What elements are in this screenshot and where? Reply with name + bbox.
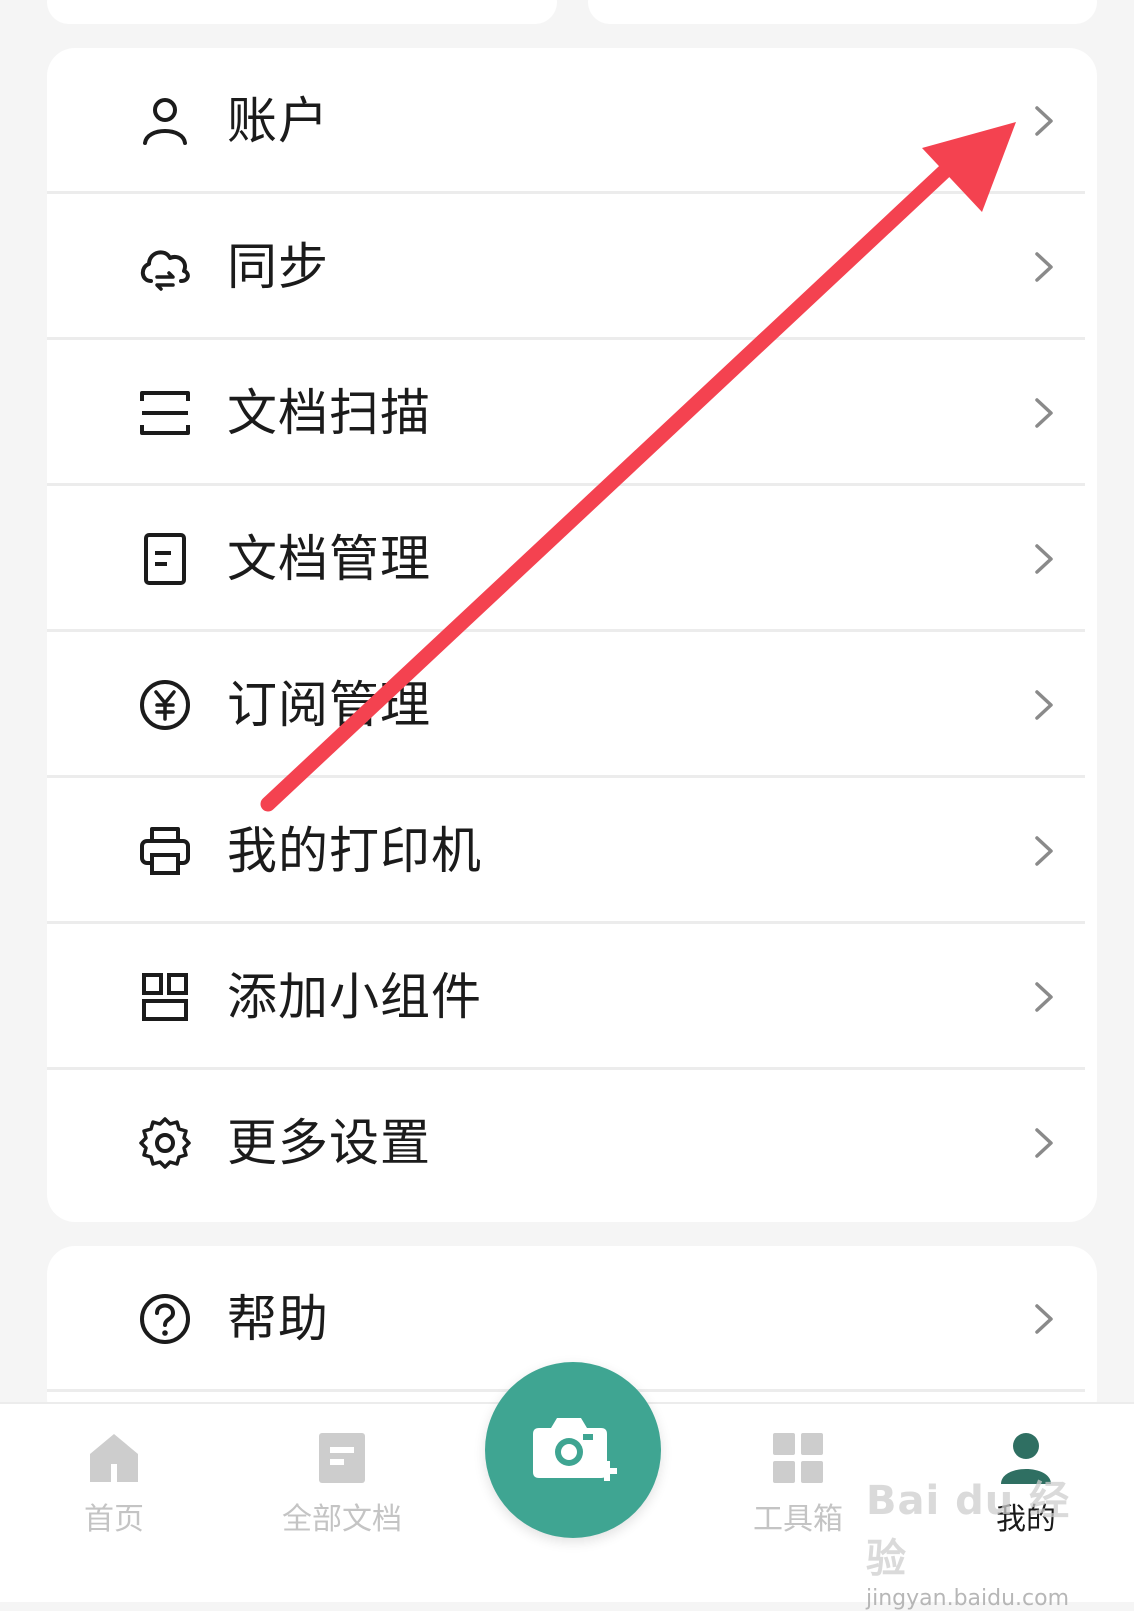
menu-item-label: 账户	[227, 92, 329, 150]
chevron-right-icon	[1025, 249, 1061, 285]
chevron-right-icon	[1025, 395, 1061, 431]
watermark-url: jingyan.baidu.com	[866, 1586, 1070, 1611]
watermark: Bai du 经验 jingyan.baidu.com	[866, 1468, 1078, 1611]
chevron-right-icon	[1025, 1125, 1061, 1161]
document-icon	[312, 1428, 372, 1488]
menu-item-label: 文档管理	[227, 530, 431, 588]
grid-icon	[768, 1428, 828, 1488]
tab-label: 工具箱	[753, 1502, 843, 1537]
tab-label: 首页	[84, 1502, 144, 1537]
menu-item-label: 文档扫描	[227, 384, 431, 442]
person-icon	[137, 93, 193, 149]
menu-item-subscription[interactable]: 订阅管理	[47, 632, 1097, 778]
tab-home[interactable]: 首页	[34, 1428, 194, 1538]
chevron-right-icon	[1025, 541, 1061, 577]
settings-card: 账户 同步 文档扫描 文档管理 订阅管理 我的打印机 添加小组件 更多设置	[47, 48, 1097, 1222]
menu-item-label: 更多设置	[227, 1114, 431, 1172]
yen-icon	[137, 677, 193, 733]
tab-label: 全部文档	[282, 1502, 402, 1537]
scan-icon	[137, 385, 193, 441]
chevron-right-icon	[1025, 979, 1061, 1015]
menu-item-add-widget[interactable]: 添加小组件	[47, 924, 1097, 1070]
home-icon	[84, 1428, 144, 1488]
tab-toolbox[interactable]: 工具箱	[718, 1428, 878, 1538]
camera-plus-icon	[533, 1418, 617, 1481]
menu-item-printer[interactable]: 我的打印机	[47, 778, 1097, 924]
menu-item-label: 添加小组件	[227, 968, 482, 1026]
widget-icon	[137, 969, 193, 1025]
menu-item-label: 同步	[227, 238, 329, 296]
help-icon	[137, 1291, 193, 1347]
document-icon	[137, 531, 193, 587]
menu-item-label: 订阅管理	[227, 676, 431, 734]
watermark-logo: Bai du 经验	[866, 1478, 1071, 1582]
menu-item-sync[interactable]: 同步	[47, 194, 1097, 340]
chevron-right-icon	[1025, 1301, 1061, 1337]
menu-item-doc-scan[interactable]: 文档扫描	[47, 340, 1097, 486]
menu-item-label: 我的打印机	[227, 822, 482, 880]
menu-item-label: 帮助	[227, 1290, 329, 1348]
menu-item-doc-manage[interactable]: 文档管理	[47, 486, 1097, 632]
gear-icon	[137, 1115, 193, 1171]
printer-icon	[137, 823, 193, 879]
chevron-right-icon	[1025, 103, 1061, 139]
top-card-right	[588, 0, 1097, 24]
chevron-right-icon	[1025, 687, 1061, 723]
cloud-sync-icon	[137, 239, 193, 295]
top-card-left	[47, 0, 557, 24]
chevron-right-icon	[1025, 833, 1061, 869]
menu-item-more-settings[interactable]: 更多设置	[47, 1070, 1097, 1216]
tab-all-docs[interactable]: 全部文档	[262, 1428, 422, 1538]
camera-scan-button[interactable]	[485, 1362, 661, 1538]
menu-item-account[interactable]: 账户	[47, 48, 1097, 194]
